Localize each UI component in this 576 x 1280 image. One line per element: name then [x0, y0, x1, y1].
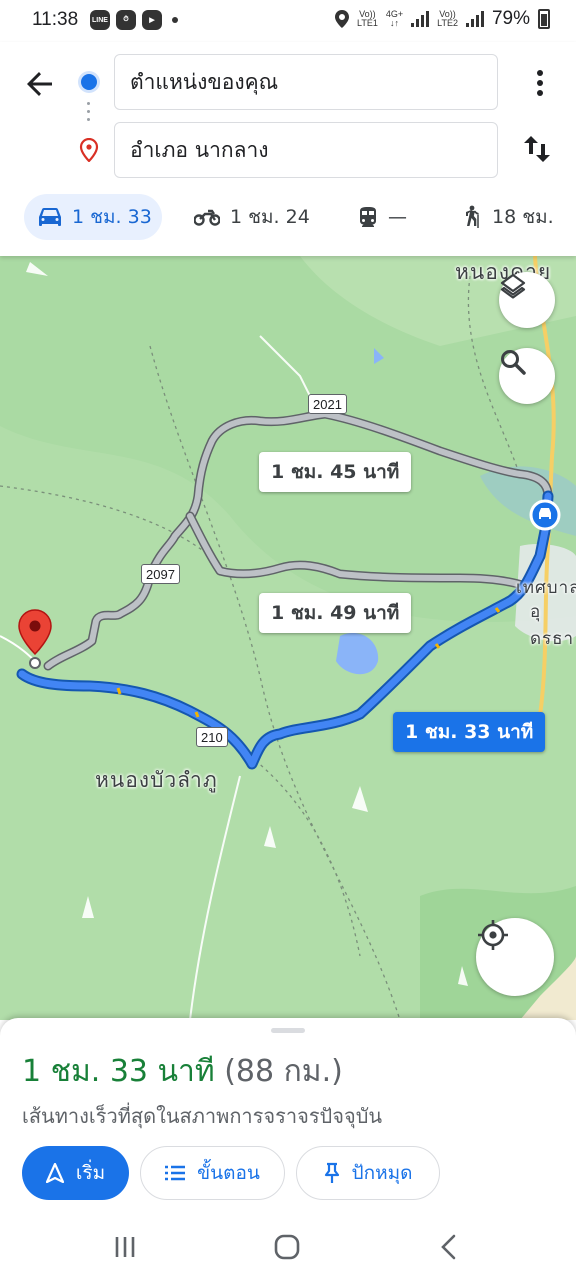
- pushpin-icon: [324, 1162, 339, 1183]
- route-summary: 1 ชม. 33 นาที (88 กม.): [22, 1048, 343, 1095]
- line-app-icon: LINE: [90, 10, 110, 30]
- destination-pin-icon: [79, 138, 99, 162]
- network-2-indicator: Vo)) LTE2: [437, 9, 458, 28]
- hiking-icon: [466, 205, 479, 228]
- swap-icon[interactable]: [520, 132, 554, 166]
- place-label-municipality: เทศบาล: [516, 578, 576, 598]
- home-icon[interactable]: [272, 1232, 302, 1262]
- map-canvas: [0, 256, 576, 1020]
- road-shield-2021: 2021: [308, 394, 347, 414]
- more-options-icon[interactable]: [528, 68, 552, 98]
- destination-text: อำเภอ นากลาง: [130, 137, 269, 162]
- place-label-nongbualamphu: หนองบัวลำภู: [95, 768, 218, 792]
- destination-input[interactable]: อำเภอ นากลาง: [114, 122, 498, 178]
- road-shield-210: 210: [196, 727, 228, 747]
- network-1-indicator: Vo)) LTE1: [357, 9, 378, 28]
- layers-button[interactable]: [499, 272, 555, 328]
- route-distance: (88 กม.): [224, 1054, 343, 1089]
- tab-walk[interactable]: 18 ชม.: [462, 194, 554, 240]
- car-icon: [39, 208, 61, 226]
- origin-input[interactable]: ตำแหน่งของคุณ: [114, 54, 498, 110]
- system-nav-bar: [0, 1214, 576, 1280]
- origin-text: ตำแหน่งของคุณ: [130, 69, 279, 94]
- search-icon: [501, 350, 526, 375]
- travel-mode-tabs: 1 ชม. 33 1 ชม. 24 — 18 ชม.: [0, 194, 576, 242]
- drag-handle[interactable]: [271, 1028, 305, 1033]
- status-time: 11:38: [32, 9, 79, 30]
- media-app-icon: ▶: [142, 10, 162, 30]
- tab-car[interactable]: 1 ชม. 33: [24, 194, 162, 240]
- place-label-udon: อุดรธา: [530, 602, 575, 649]
- battery-percent: 79%: [491, 8, 530, 29]
- pin-button[interactable]: ปักหมุด: [296, 1146, 440, 1200]
- primary-route-label[interactable]: 1 ชม. 33 นาที: [393, 712, 546, 752]
- network-type-indicator: 4G+ ↓↑: [385, 9, 404, 28]
- signal-1-icon: [411, 11, 430, 27]
- alt-route-label-2[interactable]: 1 ชม. 49 นาที: [259, 593, 412, 633]
- steps-button[interactable]: ขั้นตอน: [140, 1146, 285, 1200]
- start-button[interactable]: เริ่ม: [22, 1146, 129, 1200]
- route-description: เส้นทางเร็วที่สุดในสภาพการจราจรปัจจุบัน: [22, 1104, 383, 1128]
- my-location-button[interactable]: [476, 918, 554, 996]
- recents-icon[interactable]: [110, 1232, 140, 1262]
- motorbike-icon: [194, 209, 220, 226]
- connector-dots: [87, 102, 91, 126]
- road-shield-2097: 2097: [141, 564, 180, 584]
- system-back-icon[interactable]: [434, 1232, 464, 1262]
- my-location-icon: [478, 920, 508, 950]
- directions-header: ตำแหน่งของคุณ อำเภอ นากลาง 1 ชม. 33 1 ชม…: [0, 42, 576, 256]
- route-bottom-sheet[interactable]: 1 ชม. 33 นาที (88 กม.) เส้นทางเร็วที่สุด…: [0, 1018, 576, 1214]
- back-arrow-icon[interactable]: [22, 66, 58, 102]
- more-notifications-dot: [172, 17, 178, 23]
- tab-transit[interactable]: —: [358, 194, 407, 240]
- origin-dot-icon: [81, 74, 97, 90]
- map-view[interactable]: หนองคาย หนองบัวลำภู เทศบาล อุดรธา 2021 2…: [0, 256, 576, 1020]
- status-bar: 11:38 LINE ⏱ ▶ Vo)) LTE1 4G+ ↓↑ Vo)) LTE…: [0, 0, 576, 42]
- alt-route-label-1[interactable]: 1 ชม. 45 นาที: [259, 452, 412, 492]
- search-button[interactable]: [499, 348, 555, 404]
- destination-marker-icon[interactable]: [16, 608, 54, 670]
- tab-motorbike[interactable]: 1 ชม. 24: [194, 194, 310, 240]
- location-icon: [335, 10, 350, 28]
- timer-app-icon: ⏱: [116, 10, 136, 30]
- layers-icon: [500, 273, 526, 299]
- navigation-arrow-icon: [45, 1163, 64, 1183]
- signal-2-icon: [465, 11, 484, 27]
- list-icon: [165, 1165, 186, 1181]
- train-icon: [360, 207, 376, 227]
- battery-icon: [538, 9, 550, 29]
- route-duration: 1 ชม. 33 นาที: [22, 1054, 215, 1089]
